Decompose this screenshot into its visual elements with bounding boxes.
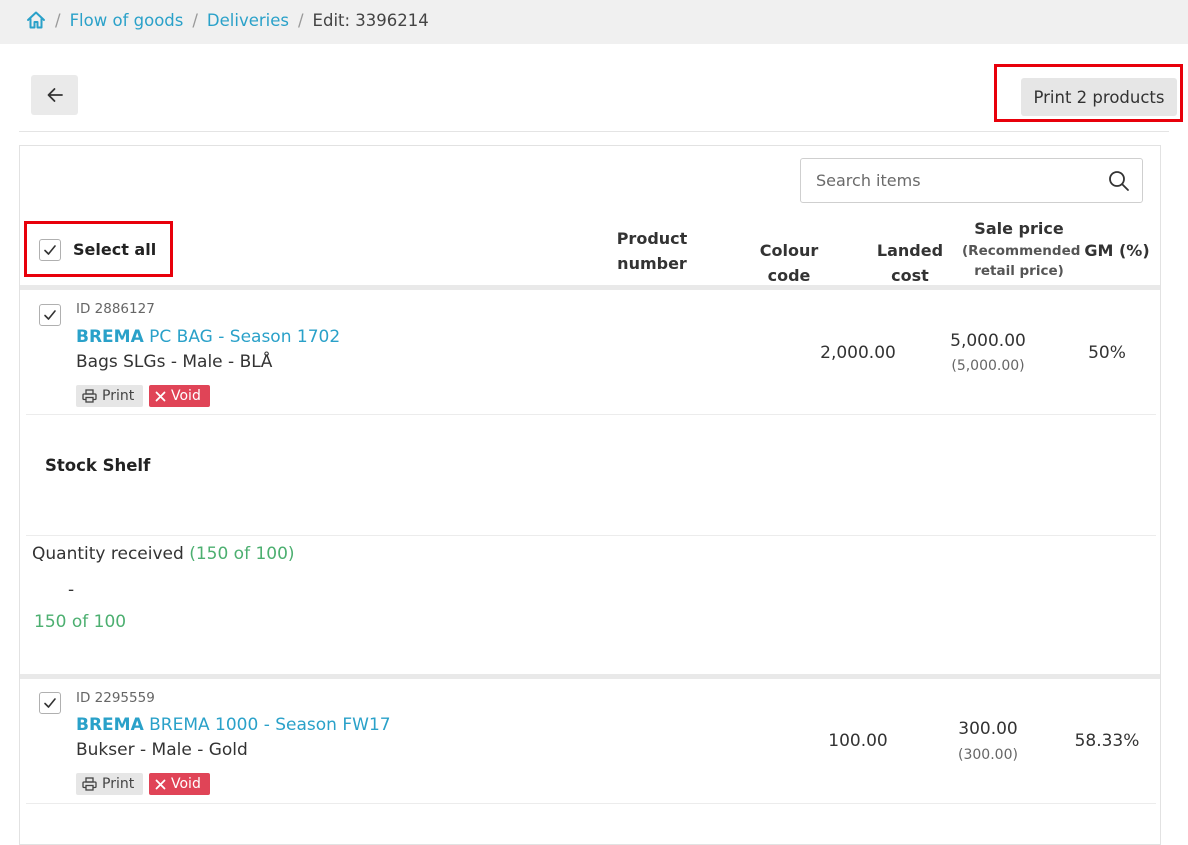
- printer-icon: [82, 389, 97, 403]
- item-subtitle: Bags SLGs - Male - BLÅ: [76, 352, 273, 372]
- print-products-button[interactable]: Print 2 products: [1021, 78, 1177, 116]
- close-icon: [155, 779, 166, 789]
- item-title-link[interactable]: BREMA BREMA 1000 - Season FW17: [76, 715, 391, 735]
- void-tag-button[interactable]: Void: [149, 773, 210, 795]
- search-icon[interactable]: [1108, 170, 1130, 192]
- column-header-landed-cost[interactable]: Landed cost: [858, 238, 962, 288]
- breadcrumb-deliveries[interactable]: Deliveries: [207, 11, 289, 30]
- breadcrumb: / Flow of goods / Deliveries / Edit: 339…: [26, 10, 429, 30]
- column-header-product-number-line2: number: [617, 254, 687, 273]
- home-icon[interactable]: [26, 10, 46, 30]
- column-header-sale-price-sub1: (Recommended: [962, 243, 1081, 259]
- breadcrumb-bar: / Flow of goods / Deliveries / Edit: 339…: [0, 0, 1188, 44]
- select-all-label[interactable]: Select all: [73, 240, 156, 259]
- row-divider: [26, 414, 1156, 415]
- column-header-sale-price-label: Sale price: [974, 219, 1064, 238]
- landed-cost-value: 2,000.00: [820, 343, 896, 363]
- quantity-received-status: (150 of 100): [189, 544, 295, 564]
- printer-icon: [82, 777, 97, 791]
- void-tag-label: Void: [171, 776, 201, 792]
- quantity-dash: -: [68, 580, 75, 600]
- arrow-left-icon: [47, 88, 63, 102]
- breadcrumb-separator: /: [297, 10, 304, 30]
- column-header-product-number[interactable]: Product number: [607, 226, 697, 276]
- column-header-gm[interactable]: GM (%): [1082, 238, 1152, 263]
- item-id: ID 2886127: [76, 301, 155, 317]
- void-tag-button[interactable]: Void: [149, 385, 210, 407]
- check-icon: [44, 245, 56, 255]
- breadcrumb-flow-of-goods[interactable]: Flow of goods: [70, 11, 184, 30]
- check-icon: [44, 698, 56, 708]
- search-box: [800, 158, 1143, 203]
- item-title: PC BAG - Season 1702: [143, 327, 341, 347]
- print-tag-label: Print: [102, 776, 135, 792]
- breadcrumb-separator: /: [192, 10, 198, 30]
- quantity-received-text: Quantity received: [32, 544, 190, 564]
- breadcrumb-current: Edit: 3396214: [312, 10, 429, 30]
- item-checkbox[interactable]: [39, 304, 61, 326]
- select-all-checkbox[interactable]: [39, 239, 61, 261]
- item-title-link[interactable]: BREMA PC BAG - Season 1702: [76, 327, 340, 347]
- print-tag-button[interactable]: Print: [76, 773, 143, 795]
- item-subtitle: Bukser - Male - Gold: [76, 740, 248, 760]
- column-header-colour-code[interactable]: Colour code: [736, 238, 842, 288]
- void-tag-label: Void: [171, 388, 201, 404]
- item-checkbox[interactable]: [39, 692, 61, 714]
- quantity-received-label: Quantity received (150 of 100): [32, 544, 295, 564]
- sale-price-value: 300.00: [958, 719, 1018, 739]
- check-icon: [44, 310, 56, 320]
- close-icon: [155, 391, 166, 401]
- item-brand: BREMA: [76, 327, 144, 347]
- item-brand: BREMA: [76, 715, 144, 735]
- column-header-sale-price[interactable]: Sale price (Recommended retail price): [962, 216, 1081, 281]
- column-header-sale-price-sub2: retail price): [974, 263, 1064, 279]
- item-id: ID 2295559: [76, 690, 155, 706]
- retail-price-value: (300.00): [958, 747, 1018, 763]
- landed-cost-value: 100.00: [828, 731, 888, 751]
- column-header-product-number-line1: Product: [616, 229, 688, 248]
- header-separator: [20, 285, 1160, 290]
- sale-price-value: 5,000.00: [950, 331, 1026, 351]
- gm-value: 50%: [1088, 343, 1126, 363]
- header-divider: [19, 131, 1169, 132]
- quantity-received-value: 150 of 100: [34, 612, 127, 632]
- row-divider: [26, 535, 1156, 536]
- item-separator: [20, 674, 1160, 679]
- breadcrumb-separator: /: [55, 10, 61, 30]
- gm-value: 58.33%: [1074, 731, 1140, 751]
- back-button[interactable]: [31, 75, 78, 115]
- search-input[interactable]: [801, 159, 1106, 202]
- retail-price-value: (5,000.00): [951, 358, 1025, 374]
- row-divider: [26, 803, 1156, 804]
- stock-shelf-label: Stock Shelf: [45, 456, 151, 475]
- item-title: BREMA 1000 - Season FW17: [143, 715, 391, 735]
- print-tag-label: Print: [102, 388, 135, 404]
- print-tag-button[interactable]: Print: [76, 385, 143, 407]
